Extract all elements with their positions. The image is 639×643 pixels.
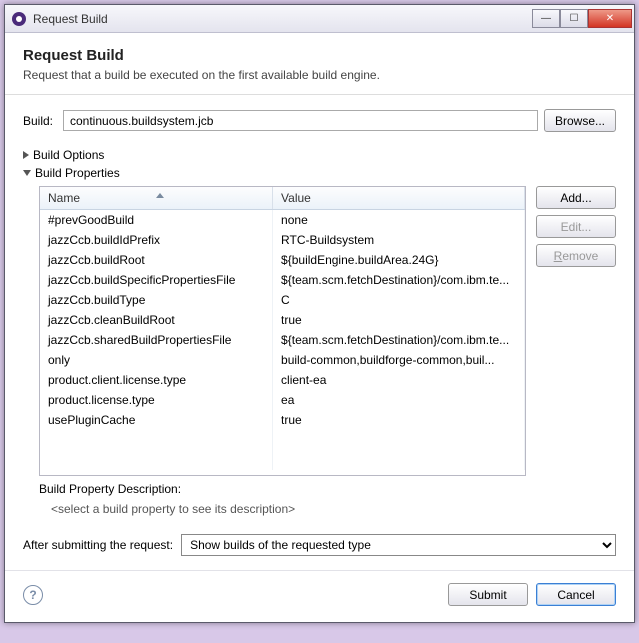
add-button[interactable]: Add...: [536, 186, 616, 209]
table-row[interactable]: jazzCcb.buildTypeC: [40, 290, 525, 310]
app-icon: [11, 11, 27, 27]
properties-table[interactable]: Name Value #prevGoodBuildnonejazzCcb.bui…: [39, 186, 526, 476]
property-name: usePluginCache: [40, 410, 273, 430]
table-row[interactable]: jazzCcb.buildIdPrefixRTC-Buildsystem: [40, 230, 525, 250]
table-row[interactable]: jazzCcb.buildSpecificPropertiesFile${tea…: [40, 270, 525, 290]
description-label: Build Property Description:: [23, 476, 616, 498]
browse-button[interactable]: Browse...: [544, 109, 616, 132]
property-name: jazzCcb.buildIdPrefix: [40, 230, 273, 250]
property-name: jazzCcb.cleanBuildRoot: [40, 310, 273, 330]
property-value: ${team.scm.fetchDestination}/com.ibm.te.…: [273, 270, 525, 290]
after-select[interactable]: Show builds of the requested type: [181, 534, 616, 556]
page-subtitle: Request that a build be executed on the …: [23, 68, 616, 82]
column-header-name[interactable]: Name: [40, 187, 273, 210]
table-row[interactable]: jazzCcb.sharedBuildPropertiesFile${team.…: [40, 330, 525, 350]
property-value: ${team.scm.fetchDestination}/com.ibm.te.…: [273, 330, 525, 350]
dialog-window: Request Build — ☐ ✕ Request Build Reques…: [4, 4, 635, 623]
build-properties-section[interactable]: Build Properties: [23, 164, 616, 182]
property-value: RTC-Buildsystem: [273, 230, 525, 250]
property-value: C: [273, 290, 525, 310]
build-options-label: Build Options: [33, 148, 104, 162]
table-row[interactable]: product.license.typeea: [40, 390, 525, 410]
table-row[interactable]: #prevGoodBuildnone: [40, 210, 525, 231]
property-name: product.client.license.type: [40, 370, 273, 390]
table-row[interactable]: jazzCcb.cleanBuildRoottrue: [40, 310, 525, 330]
property-name: product.license.type: [40, 390, 273, 410]
property-value: client-ea: [273, 370, 525, 390]
property-name: jazzCcb.buildSpecificPropertiesFile: [40, 270, 273, 290]
table-row[interactable]: onlybuild-common,buildforge-common,buil.…: [40, 350, 525, 370]
build-input[interactable]: [63, 110, 538, 131]
dialog-header: Request Build Request that a build be ex…: [5, 33, 634, 95]
minimize-button[interactable]: —: [532, 9, 560, 28]
property-name: #prevGoodBuild: [40, 210, 273, 231]
edit-button: Edit...: [536, 215, 616, 238]
sort-asc-icon: [156, 193, 164, 198]
property-name: jazzCcb.sharedBuildPropertiesFile: [40, 330, 273, 350]
property-value: build-common,buildforge-common,buil...: [273, 350, 525, 370]
property-value: ${buildEngine.buildArea.24G}: [273, 250, 525, 270]
build-properties-label: Build Properties: [35, 166, 120, 180]
property-value: none: [273, 210, 525, 231]
property-value: true: [273, 410, 525, 430]
table-row[interactable]: jazzCcb.buildRoot${buildEngine.buildArea…: [40, 250, 525, 270]
build-row: Build: Browse...: [23, 109, 616, 132]
window-title: Request Build: [33, 12, 532, 26]
chevron-right-icon: [23, 151, 29, 159]
remove-button: Remove: [536, 244, 616, 267]
maximize-button[interactable]: ☐: [560, 9, 588, 28]
table-row[interactable]: usePluginCachetrue: [40, 410, 525, 430]
close-button[interactable]: ✕: [588, 9, 632, 28]
titlebar[interactable]: Request Build — ☐ ✕: [5, 5, 634, 33]
property-name: jazzCcb.buildRoot: [40, 250, 273, 270]
description-hint: <select a build property to see its desc…: [23, 498, 616, 528]
submit-button[interactable]: Submit: [448, 583, 528, 606]
property-name: only: [40, 350, 273, 370]
build-label: Build:: [23, 114, 57, 128]
column-header-value[interactable]: Value: [273, 187, 525, 210]
table-row[interactable]: product.client.license.typeclient-ea: [40, 370, 525, 390]
after-label: After submitting the request:: [23, 538, 173, 552]
cancel-button[interactable]: Cancel: [536, 583, 616, 606]
build-options-section[interactable]: Build Options: [23, 146, 616, 164]
chevron-down-icon: [23, 170, 31, 176]
page-title: Request Build: [23, 47, 616, 64]
property-value: true: [273, 310, 525, 330]
property-name: jazzCcb.buildType: [40, 290, 273, 310]
property-value: ea: [273, 390, 525, 410]
help-icon[interactable]: ?: [23, 585, 43, 605]
